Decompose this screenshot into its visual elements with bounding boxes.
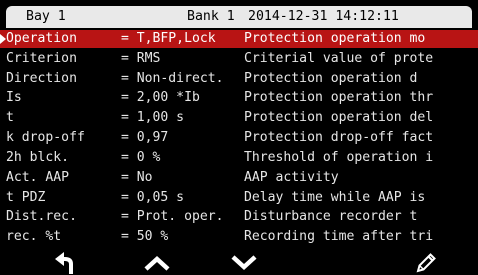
setting-value: = Non-direct. [121,71,224,86]
bay-label: Bay 1 [26,9,66,24]
setting-value: = 0,97 [121,130,169,145]
setting-value: = RMS [121,51,161,66]
setting-value: = 1,00 s [121,110,185,125]
setting-name: Dist.rec. [6,209,77,224]
settings-row-direction[interactable]: Direction = Non-direct. Protection opera… [0,70,478,88]
setting-name: k drop-off [6,130,85,145]
setting-name: rec. %t [6,229,62,244]
setting-description: Protection drop-off fact [244,130,434,145]
settings-row-criterion[interactable]: Criterion = RMS Criterial value of prote [0,50,478,68]
setting-description: AAP activity [244,170,339,185]
setting-value: = 0,05 s [121,190,185,205]
setting-name: Criterion [6,51,77,66]
bank-label: Bank 1 [187,9,235,24]
settings-row-is[interactable]: Is = 2,00 *Ib Protection operation thr [0,89,478,107]
setting-description: Criterial value of prote [244,51,434,66]
edit-button[interactable] [396,250,456,275]
setting-name: t [6,110,14,125]
down-button[interactable] [214,250,274,275]
settings-row-act-aap[interactable]: Act. AAP = No AAP activity [0,169,478,187]
setting-description: Protection operation mo [244,31,426,46]
setting-name: Operation [6,31,77,46]
settings-row-operation[interactable]: Operation = T,BFP,Lock Protection operat… [0,30,478,48]
setting-value: = 0 % [121,150,161,165]
datetime-label: 2014-12-31 14:12:11 [248,9,399,24]
settings-row-t[interactable]: t = 1,00 s Protection operation del [0,109,478,127]
softkey-bar [0,250,478,275]
protection-settings-screen: Bay 1 Bank 1 2014-12-31 14:12:11 Operati… [0,0,478,275]
setting-description: Delay time while AAP is [244,190,426,205]
back-arrow-icon [55,251,73,274]
setting-name: Act. AAP [6,170,70,185]
settings-row-t-pdz[interactable]: t PDZ = 0,05 s Delay time while AAP is [0,189,478,207]
setting-description: Protection operation d [244,71,418,86]
setting-description: Recording time after tri [244,229,434,244]
setting-name: Is [6,90,22,105]
status-header: Bay 1 Bank 1 2014-12-31 14:12:11 [6,6,472,28]
up-button[interactable] [127,250,187,275]
setting-name: t PDZ [6,190,46,205]
settings-list: Operation = T,BFP,Lock Protection operat… [0,30,478,248]
setting-description: Threshold of operation i [244,150,434,165]
setting-description: Disturbance recorder t [244,209,418,224]
setting-value: = 2,00 *Ib [121,90,200,105]
chevron-up-icon [144,255,170,271]
setting-value: = T,BFP,Lock [121,31,216,46]
setting-value: = Prot. oper. [121,209,224,224]
settings-row-dist-rec[interactable]: Dist.rec. = Prot. oper. Disturbance reco… [0,208,478,226]
pencil-icon [416,252,436,272]
back-button[interactable] [36,250,96,275]
setting-name: 2h blck. [6,150,70,165]
setting-description: Protection operation del [244,110,434,125]
chevron-down-icon [231,254,257,270]
settings-row-2h-blck[interactable]: 2h blck. = 0 % Threshold of operation i [0,149,478,167]
settings-row-rec-pct-t[interactable]: rec. %t = 50 % Recording time after tri [0,228,478,246]
setting-description: Protection operation thr [244,90,434,105]
setting-value: = No [121,170,153,185]
setting-name: Direction [6,71,77,86]
settings-row-k-drop-off[interactable]: k drop-off = 0,97 Protection drop-off fa… [0,129,478,147]
setting-value: = 50 % [121,229,169,244]
